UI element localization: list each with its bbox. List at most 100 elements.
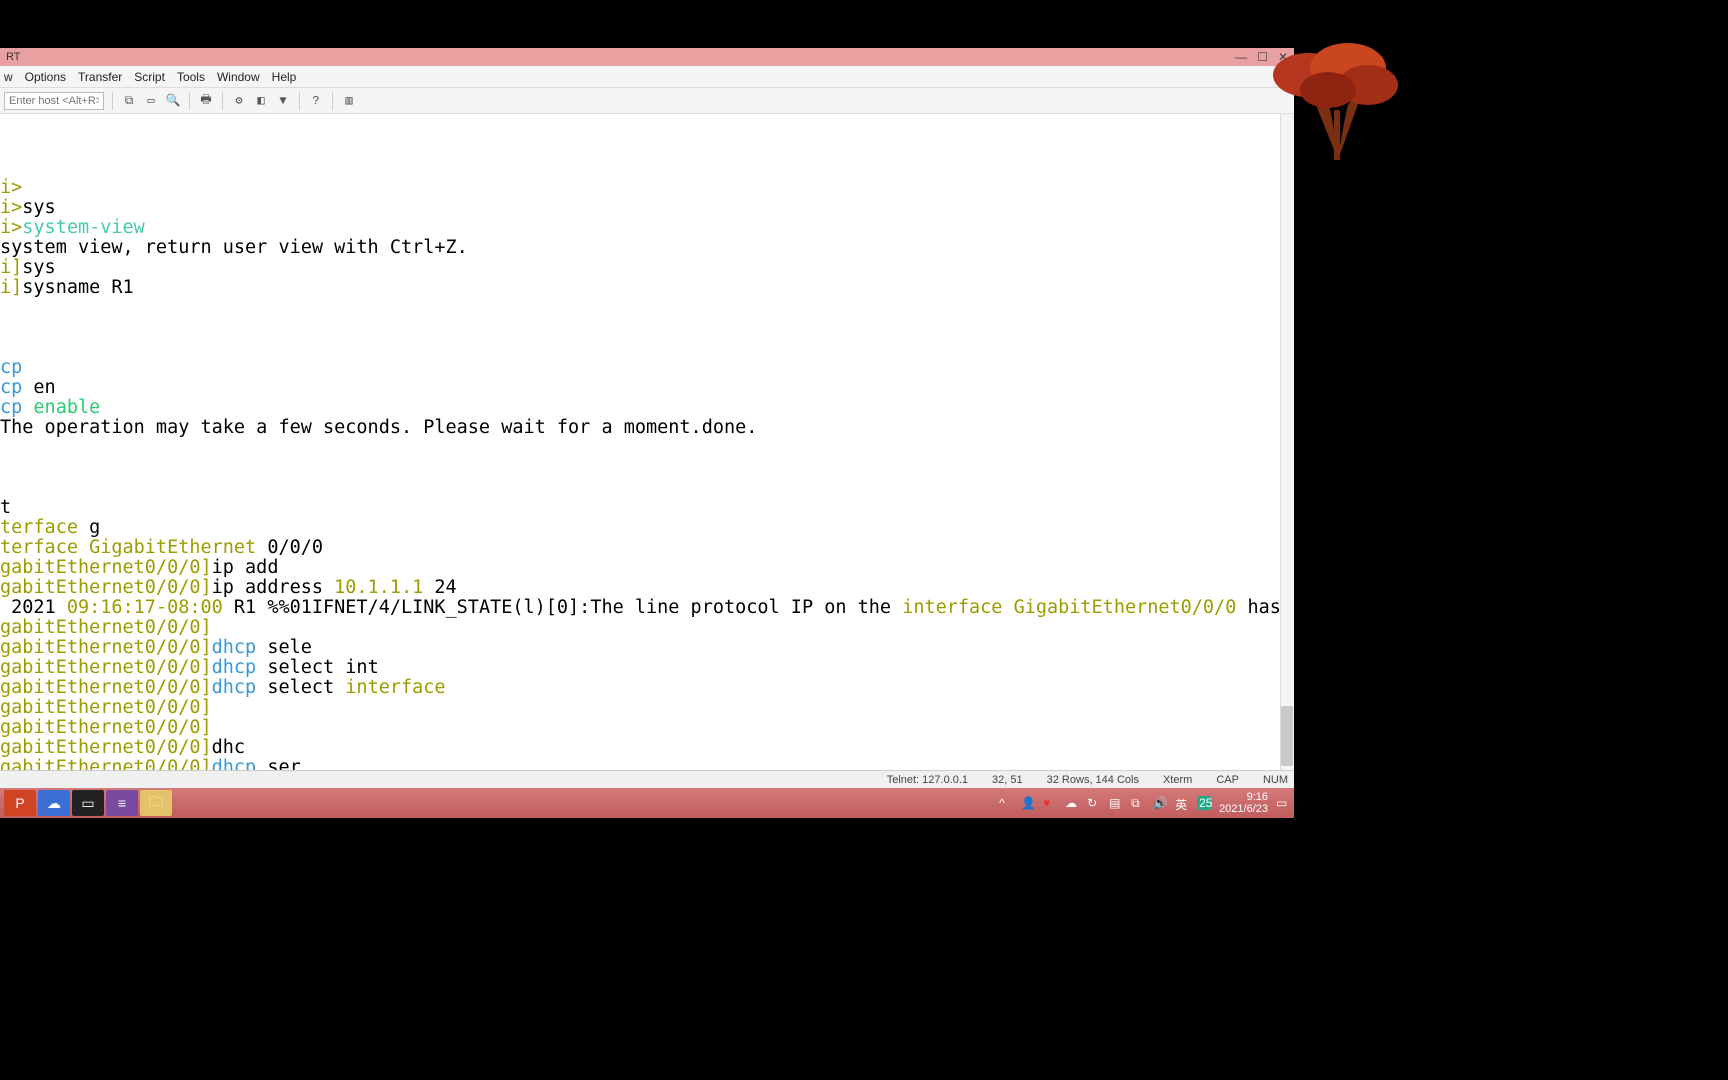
menu-item-window[interactable]: Window — [217, 70, 260, 84]
status-cursor-pos: 32, 51 — [992, 774, 1023, 786]
print-icon[interactable]: 🖶 — [198, 93, 214, 109]
terminal-text: gabitEthernet0/0/0] — [0, 697, 212, 718]
toolbar-separator — [189, 92, 190, 110]
terminal-line: i]sysname R1 — [0, 278, 1294, 298]
titlebar: RT — ☐ ✕ — [0, 48, 1294, 66]
taskbar-app-powerpoint[interactable]: P — [4, 790, 36, 816]
terminal-line: system view, return user view with Ctrl+… — [0, 238, 1294, 258]
terminal-text: gabitEthernet0/0/0] — [0, 637, 212, 658]
terminal-text: sysname R1 — [22, 277, 133, 298]
menu-item-0[interactable]: w — [4, 70, 13, 84]
terminal-line: gabitEthernet0/0/0]dhc — [0, 738, 1294, 758]
tray-heart-icon[interactable]: ♥ — [1043, 796, 1057, 810]
terminal-text: cp — [0, 397, 22, 418]
paste-icon[interactable]: ▭ — [143, 93, 159, 109]
terminal-line: gabitEthernet0/0/0] — [0, 718, 1294, 738]
terminal-text — [1002, 597, 1013, 618]
menu-item-tools[interactable]: Tools — [177, 70, 205, 84]
filter-icon[interactable]: ▼ — [275, 93, 291, 109]
tray-ime-badge[interactable]: 25 — [1197, 796, 1211, 810]
app-window: RT — ☐ ✕ w Options Transfer Script Tools… — [0, 48, 1294, 788]
titlebar-title: RT — [4, 51, 20, 63]
taskbar-app-editor[interactable]: ≡ — [106, 790, 138, 816]
terminal-line: gabitEthernet0/0/0]dhcp sele — [0, 638, 1294, 658]
tray-volume-icon[interactable]: 🔊 — [1153, 796, 1167, 810]
toolbar: ⧉ ▭ 🔍 🖶 ⚙ ◧ ▼ ? ▥ — [0, 88, 1294, 114]
copy-icon[interactable]: ⧉ — [121, 93, 137, 109]
tray-text-icon[interactable]: ▤ — [1109, 796, 1123, 810]
terminal-text: gabitEthernet0/0/0] — [0, 677, 212, 698]
terminal-text: 24 — [423, 577, 456, 598]
terminal-text: sys — [22, 257, 55, 278]
terminal-text: 2021 — [0, 597, 67, 618]
maximize-button[interactable]: ☐ — [1257, 50, 1268, 64]
tray-clock[interactable]: 9:16 2021/6/23 — [1219, 791, 1268, 815]
terminal-area[interactable]: i>i>sysi>system-viewsystem view, return … — [0, 114, 1294, 770]
terminal-text: gabitEthernet0/0/0] — [0, 757, 212, 770]
menu-item-script[interactable]: Script — [134, 70, 165, 84]
terminal-line: terface GigabitEthernet 0/0/0 — [0, 538, 1294, 558]
tray-people-icon[interactable]: 👤 — [1021, 796, 1035, 810]
tray-network-icon[interactable]: ⧉ — [1131, 796, 1145, 810]
terminal-text: terface — [0, 537, 78, 558]
tray-sync-icon[interactable]: ↻ — [1087, 796, 1101, 810]
terminal-text: The operation may take a few seconds. Pl… — [0, 417, 757, 438]
terminal-line — [0, 318, 1294, 338]
settings-icon[interactable]: ⚙ — [231, 93, 247, 109]
terminal-text: dhcp — [212, 657, 257, 678]
terminal-text: sele — [256, 637, 312, 658]
toolbar-separator — [332, 92, 333, 110]
terminal-text: R1 %%01IFNET/4/LINK_STATE(l)[0]:The line… — [223, 597, 902, 618]
terminal-text: gabitEthernet0/0/0] — [0, 617, 212, 638]
tray-ime-lang[interactable]: 英 — [1175, 796, 1189, 810]
taskbar-app-terminal[interactable]: ▭ — [72, 790, 104, 816]
host-input[interactable] — [4, 92, 104, 110]
menubar: w Options Transfer Script Tools Window H… — [0, 66, 1294, 88]
terminal-text: cp — [0, 377, 22, 398]
toolbar-separator — [299, 92, 300, 110]
menu-item-options[interactable]: Options — [25, 70, 66, 84]
terminal-text: dhc — [212, 737, 245, 758]
close-button[interactable]: ✕ — [1278, 50, 1288, 64]
terminal-line: terface g — [0, 518, 1294, 538]
statusbar: Telnet: 127.0.0.1 32, 51 32 Rows, 144 Co… — [0, 770, 1294, 788]
terminal-line: cp — [0, 358, 1294, 378]
terminal-line — [0, 478, 1294, 498]
tray-onedrive-icon[interactable]: ☁ — [1065, 796, 1079, 810]
taskbar-app-meeting[interactable]: ☁ — [38, 790, 70, 816]
toggle-icon[interactable]: ▥ — [341, 93, 357, 109]
menu-item-help[interactable]: Help — [272, 70, 297, 84]
terminal-text: dhcp — [212, 637, 257, 658]
scrollbar[interactable] — [1280, 114, 1294, 770]
terminal-text: enable — [33, 397, 100, 418]
help-icon[interactable]: ? — [308, 93, 324, 109]
taskbar-app-explorer[interactable]: 🗀 — [140, 790, 172, 816]
find-icon[interactable]: 🔍 — [165, 93, 181, 109]
tray-time: 9:16 — [1219, 791, 1268, 803]
menu-item-transfer[interactable]: Transfer — [78, 70, 122, 84]
terminal-text: gabitEthernet0/0/0] — [0, 557, 212, 578]
terminal-text: system view, return user view with Ctrl+… — [0, 237, 468, 258]
status-connection: Telnet: 127.0.0.1 — [887, 774, 968, 786]
terminal-line: gabitEthernet0/0/0] — [0, 618, 1294, 638]
tray-date: 2021/6/23 — [1219, 803, 1268, 815]
minimize-button[interactable]: — — [1235, 50, 1247, 64]
terminal-text: i> — [0, 217, 22, 238]
terminal-text: gabitEthernet0/0/0] — [0, 737, 212, 758]
terminal-line: 2021 09:16:17-08:00 R1 %%01IFNET/4/LINK_… — [0, 598, 1294, 618]
terminal-text: ip address — [212, 577, 335, 598]
terminal-text: select — [256, 677, 345, 698]
terminal-text: ser — [256, 757, 301, 770]
session-options-icon[interactable]: ◧ — [253, 93, 269, 109]
toolbar-separator — [222, 92, 223, 110]
terminal-text: interface — [902, 597, 1002, 618]
terminal-line: i]sys — [0, 258, 1294, 278]
terminal-line: i> — [0, 178, 1294, 198]
terminal-text: interface — [345, 677, 445, 698]
tray-up-arrow-icon[interactable]: ^ — [999, 796, 1013, 810]
scrollbar-thumb[interactable] — [1281, 706, 1293, 766]
terminal-line — [0, 458, 1294, 478]
terminal-text: g — [78, 517, 100, 538]
terminal-text: dhcp — [212, 757, 257, 770]
tray-notifications-icon[interactable]: ▭ — [1276, 796, 1290, 810]
